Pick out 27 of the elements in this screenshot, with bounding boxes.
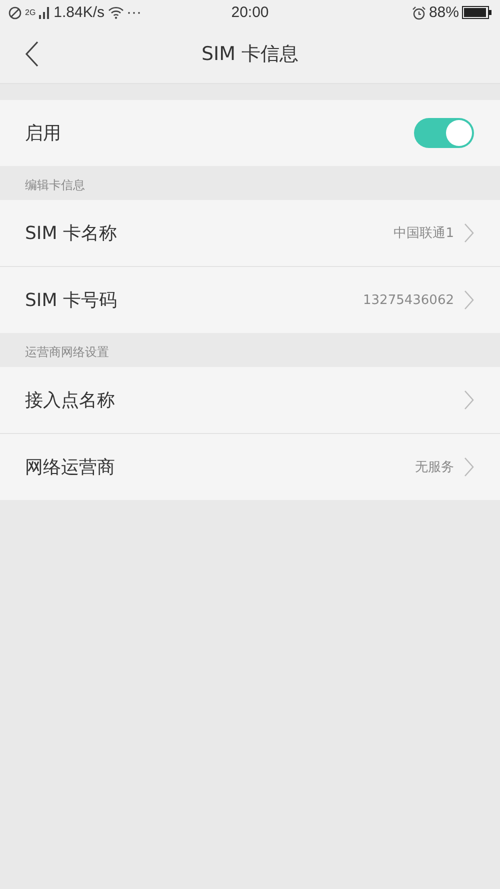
setting-label: 启用 <box>25 122 62 145</box>
battery-percent: 88% <box>428 4 459 21</box>
toggle-switch[interactable] <box>414 118 474 148</box>
setting-label: 网络运营商 <box>25 456 116 479</box>
setting-label: 接入点名称 <box>25 389 116 412</box>
chevron-right-icon[interactable] <box>464 223 474 243</box>
back-icon[interactable] <box>25 41 39 67</box>
no-disturb-icon <box>8 6 22 20</box>
setting-value: 中国联通1 <box>394 225 454 242</box>
page-title: SIM 卡信息 <box>201 42 299 67</box>
signal-icon <box>38 6 51 19</box>
setting-value: 无服务 <box>415 459 454 476</box>
chevron-right-icon[interactable] <box>464 390 474 410</box>
wifi-icon <box>108 6 124 19</box>
network-speed: 1.84K/s <box>54 4 105 21</box>
clock-time: 20:00 <box>231 4 269 21</box>
setting-label: SIM 卡名称 <box>25 222 118 245</box>
chevron-right-icon[interactable] <box>464 457 474 477</box>
battery-icon <box>462 6 492 19</box>
section-header: 运营商网络设置 <box>24 344 110 361</box>
setting-label: SIM 卡号码 <box>25 289 118 312</box>
setting-value: 13275436062 <box>363 292 454 308</box>
alarm-icon <box>412 6 426 20</box>
more-indicator: ··· <box>126 4 142 21</box>
chevron-right-icon[interactable] <box>464 290 474 310</box>
network-type: 2G <box>25 8 36 17</box>
section-header: 编辑卡信息 <box>24 177 86 194</box>
